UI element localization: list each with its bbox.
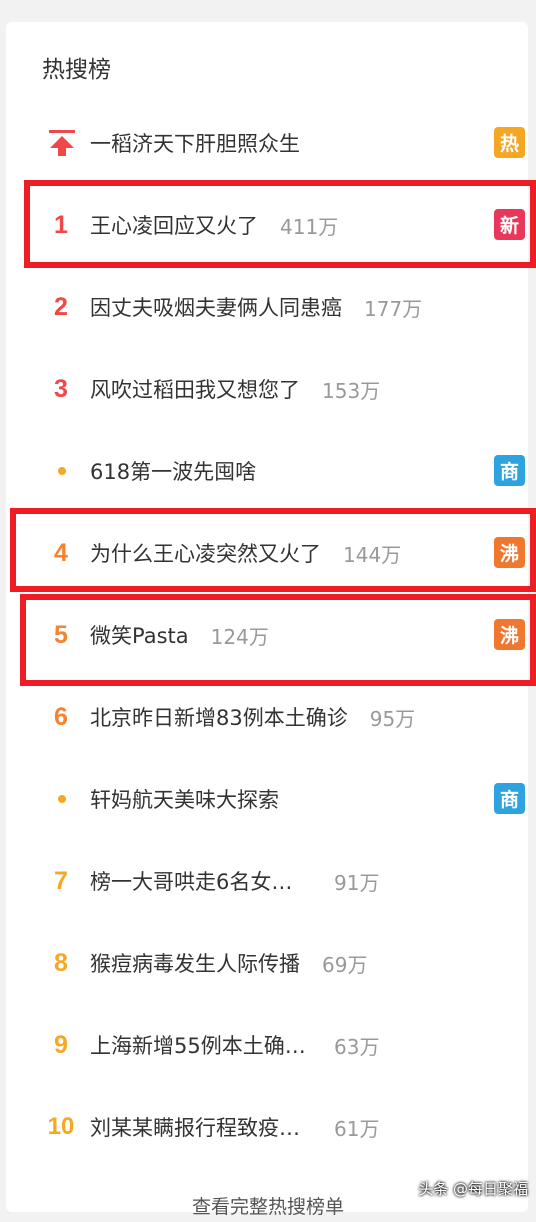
rank-number: 10 bbox=[47, 1113, 75, 1140]
hot-search-ad-row[interactable]: 轩妈航天美味大探索 商 bbox=[0, 758, 536, 840]
hot-search-text: 618第一波先囤啥 bbox=[90, 460, 257, 484]
heat-count: 69万 bbox=[322, 952, 368, 977]
bullet-dot bbox=[58, 467, 66, 475]
hot-search-text: 北京昨日新增83例本土确诊 bbox=[90, 706, 348, 730]
heat-count: 177万 bbox=[364, 296, 423, 321]
hot-search-text: 因丈夫吸烟夫妻俩人同患癌 bbox=[90, 296, 342, 320]
hot-search-row-2[interactable]: 2 因丈夫吸烟夫妻俩人同患癌 177万 bbox=[0, 266, 536, 348]
rank-number: 2 bbox=[54, 292, 68, 321]
hot-search-ad-row[interactable]: 618第一波先囤啥 商 bbox=[0, 430, 536, 512]
hot-search-row-8[interactable]: 8 猴痘病毒发生人际传播 69万 bbox=[0, 922, 536, 1004]
heat-count: 95万 bbox=[369, 706, 416, 731]
highlight-box bbox=[20, 594, 536, 686]
rank-number: 6 bbox=[54, 702, 68, 731]
rank-number: 8 bbox=[54, 948, 68, 977]
heat-count: 61万 bbox=[334, 1116, 380, 1141]
heat-count: 91万 bbox=[334, 870, 380, 895]
hot-search-text: 一稻济天下肝胆照众生 bbox=[90, 132, 300, 156]
pin-top-icon bbox=[49, 130, 75, 156]
hot-search-text: 上海新增55例本土确诊503例 bbox=[90, 1034, 312, 1058]
hot-search-text: 刘某某瞒报行程致疫情在北京传播 bbox=[90, 1116, 312, 1140]
highlight-box bbox=[24, 180, 536, 268]
hot-search-text: 轩妈航天美味大探索 bbox=[90, 788, 279, 812]
ad-badge: 商 bbox=[494, 455, 525, 486]
hot-search-row-6[interactable]: 6 北京昨日新增83例本土确诊 95万 bbox=[0, 676, 536, 758]
heat-count: 63万 bbox=[334, 1034, 380, 1059]
hot-search-text: 风吹过稻田我又想您了 bbox=[90, 378, 300, 402]
hot-search-pinned-row[interactable]: 一稻济天下肝胆照众生 热 bbox=[0, 102, 536, 184]
ad-badge: 商 bbox=[494, 783, 525, 814]
heat-count: 153万 bbox=[322, 378, 381, 403]
rank-number: 3 bbox=[54, 374, 68, 403]
hot-search-row-10[interactable]: 10 刘某某瞒报行程致疫情在北京传播 61万 bbox=[0, 1086, 536, 1168]
rank-number: 9 bbox=[54, 1030, 68, 1059]
hot-search-text: 榜一大哥哄走6名女主播90万 bbox=[90, 870, 312, 894]
watermark: 头条 @每日聚福 bbox=[418, 1180, 528, 1198]
rank-number: 7 bbox=[54, 866, 68, 895]
hot-search-row-3[interactable]: 3 风吹过稻田我又想您了 153万 bbox=[0, 348, 536, 430]
highlight-box bbox=[10, 508, 536, 592]
bullet-dot bbox=[58, 795, 66, 803]
page-title: 热搜榜 bbox=[42, 57, 111, 83]
hot-search-text: 猴痘病毒发生人际传播 bbox=[90, 952, 300, 976]
hot-badge: 热 bbox=[494, 127, 525, 158]
hot-search-row-7[interactable]: 7 榜一大哥哄走6名女主播90万 91万 bbox=[0, 840, 536, 922]
hot-search-row-9[interactable]: 9 上海新增55例本土确诊503例 63万 bbox=[0, 1004, 536, 1086]
